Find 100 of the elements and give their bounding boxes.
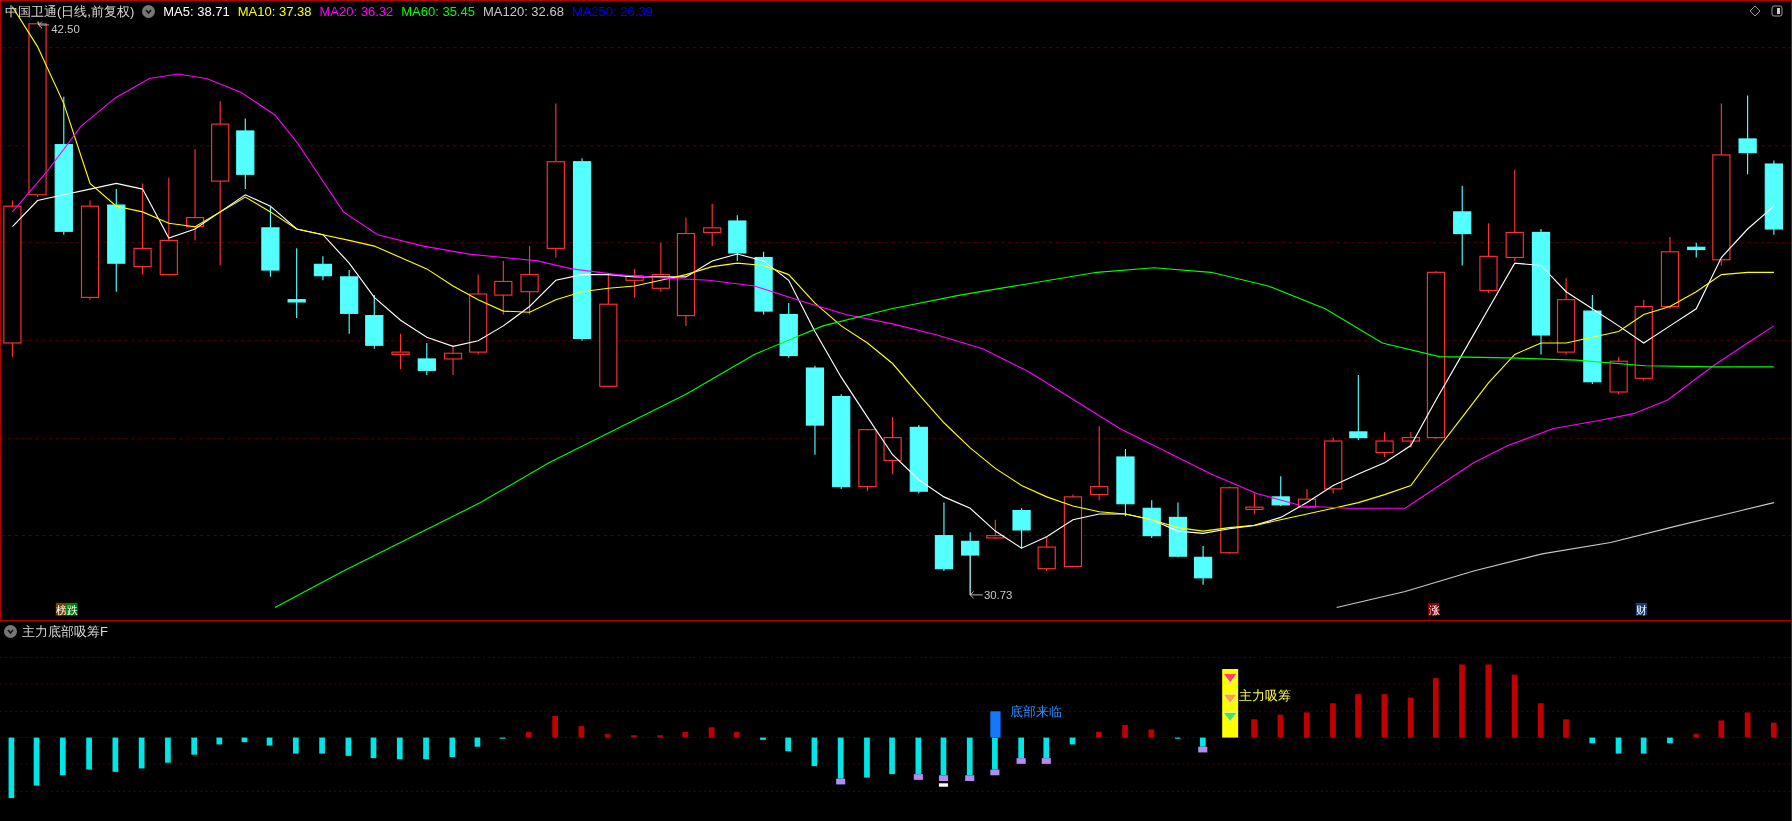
indicator-bar bbox=[499, 737, 506, 739]
panel-toggle-icon[interactable] bbox=[1771, 5, 1783, 17]
dropdown-icon[interactable] bbox=[4, 625, 17, 639]
indicator-bar bbox=[293, 737, 299, 754]
indicator-bar bbox=[604, 734, 611, 738]
event-tag[interactable]: 跌 bbox=[66, 602, 78, 616]
indicator-bar bbox=[59, 737, 66, 776]
chart-title: 中国卫通(日线,前复权) bbox=[5, 3, 135, 21]
candlestick bbox=[703, 203, 722, 247]
diamond-icon[interactable] bbox=[1749, 5, 1761, 17]
indicator-bar bbox=[33, 737, 40, 786]
indicator-bar bbox=[345, 737, 352, 756]
signal-marker bbox=[990, 769, 1000, 776]
signal-marker bbox=[965, 775, 975, 781]
candlestick bbox=[754, 251, 773, 316]
moving-average-value: MA250: 26.39 bbox=[571, 3, 653, 21]
indicator-bar bbox=[1432, 678, 1439, 738]
candlestick bbox=[1401, 431, 1420, 449]
indicator-bar bbox=[552, 715, 558, 738]
indicator-bar bbox=[1043, 737, 1050, 759]
indicator-bar bbox=[1381, 694, 1388, 738]
indicator-bar bbox=[1771, 722, 1777, 738]
candlestick bbox=[934, 502, 954, 572]
indicator-bar bbox=[138, 737, 145, 769]
candlestick bbox=[1193, 545, 1213, 586]
indicator-bar bbox=[266, 737, 273, 746]
gem-icon bbox=[1223, 712, 1238, 722]
indicator-bar bbox=[760, 737, 766, 740]
candlestick bbox=[340, 269, 359, 335]
event-tag[interactable]: 榜 bbox=[55, 602, 68, 616]
candlestick bbox=[651, 242, 670, 293]
moving-average-value: MA5: 38.71 bbox=[163, 3, 230, 21]
moving-average-value: MA120: 32.68 bbox=[482, 3, 564, 21]
indicator-bar bbox=[837, 737, 844, 779]
candlestick bbox=[1375, 431, 1394, 458]
candlestick bbox=[1271, 475, 1290, 507]
signal-marker bbox=[1016, 758, 1026, 764]
indicator-bar bbox=[785, 737, 791, 752]
candlestick bbox=[779, 302, 798, 359]
candlestick bbox=[1609, 356, 1628, 395]
dropdown-icon[interactable] bbox=[142, 5, 156, 19]
indicator-bar bbox=[396, 737, 403, 760]
candlestick bbox=[1324, 437, 1343, 495]
indicator-bar bbox=[915, 737, 922, 775]
candlestick bbox=[1012, 507, 1031, 549]
candlestick bbox=[1245, 492, 1264, 515]
candlestick bbox=[1349, 374, 1368, 441]
indicator-bar bbox=[1330, 703, 1336, 738]
candlestick bbox=[986, 519, 1005, 540]
signal-marker bbox=[1198, 746, 1208, 753]
indicator-bar bbox=[1148, 729, 1155, 738]
candlestick bbox=[417, 342, 436, 376]
candlestick bbox=[1220, 486, 1239, 555]
candlestick bbox=[365, 294, 384, 350]
indicator-bar bbox=[8, 737, 15, 799]
event-tag[interactable]: 财 bbox=[1635, 602, 1648, 616]
indicator-bar bbox=[1303, 712, 1310, 738]
indicator-bar bbox=[1693, 734, 1700, 738]
indicator-bar bbox=[216, 737, 223, 745]
indicator-bar bbox=[1538, 703, 1544, 738]
indicator-bar bbox=[423, 737, 429, 760]
indicator-bar bbox=[889, 737, 895, 775]
indicator-bar bbox=[708, 727, 715, 738]
indicator-bar bbox=[1615, 737, 1622, 754]
moving-average-value: MA60: 35.45 bbox=[401, 3, 475, 21]
indicator-bar bbox=[1667, 737, 1673, 744]
indicator-bar bbox=[1744, 712, 1751, 738]
indicator-bar bbox=[526, 731, 532, 738]
indicator-bar bbox=[966, 737, 973, 776]
signal-marker bbox=[938, 783, 949, 787]
event-tag[interactable]: 涨 bbox=[1428, 602, 1440, 616]
indicator-bar bbox=[1122, 725, 1128, 738]
candlestick bbox=[625, 268, 644, 298]
candlestick bbox=[494, 260, 513, 316]
indicator-bar bbox=[86, 737, 92, 770]
candlestick bbox=[883, 416, 902, 475]
indicator-bar bbox=[1069, 737, 1076, 745]
indicator-bar bbox=[112, 737, 119, 772]
indicator-bar bbox=[1018, 737, 1024, 759]
leader-line bbox=[38, 21, 50, 29]
candlestick bbox=[520, 245, 539, 316]
candlestick bbox=[1037, 536, 1056, 572]
indicator-bar bbox=[165, 737, 171, 763]
candlestick bbox=[1168, 502, 1188, 558]
indicator-bar bbox=[1718, 720, 1725, 738]
indicator-bar bbox=[682, 731, 689, 738]
low-price-label: 30.73 bbox=[983, 589, 1013, 602]
indicator-bar bbox=[370, 737, 377, 759]
indicator-title: 主力底部吸筹F bbox=[22, 623, 108, 641]
high-price-label: 42.50 bbox=[51, 22, 80, 35]
candlestick bbox=[909, 424, 928, 495]
candlestick bbox=[858, 429, 877, 492]
indicator-bar bbox=[1174, 737, 1181, 739]
indicator-bar bbox=[1095, 731, 1102, 738]
candlestick bbox=[443, 344, 463, 376]
indicator-bar bbox=[940, 737, 947, 776]
indicator-bar bbox=[241, 737, 248, 743]
moving-average-value: MA20: 36.32 bbox=[319, 3, 394, 21]
indicator-bar bbox=[1355, 694, 1361, 738]
indicator-bar bbox=[1511, 674, 1518, 738]
